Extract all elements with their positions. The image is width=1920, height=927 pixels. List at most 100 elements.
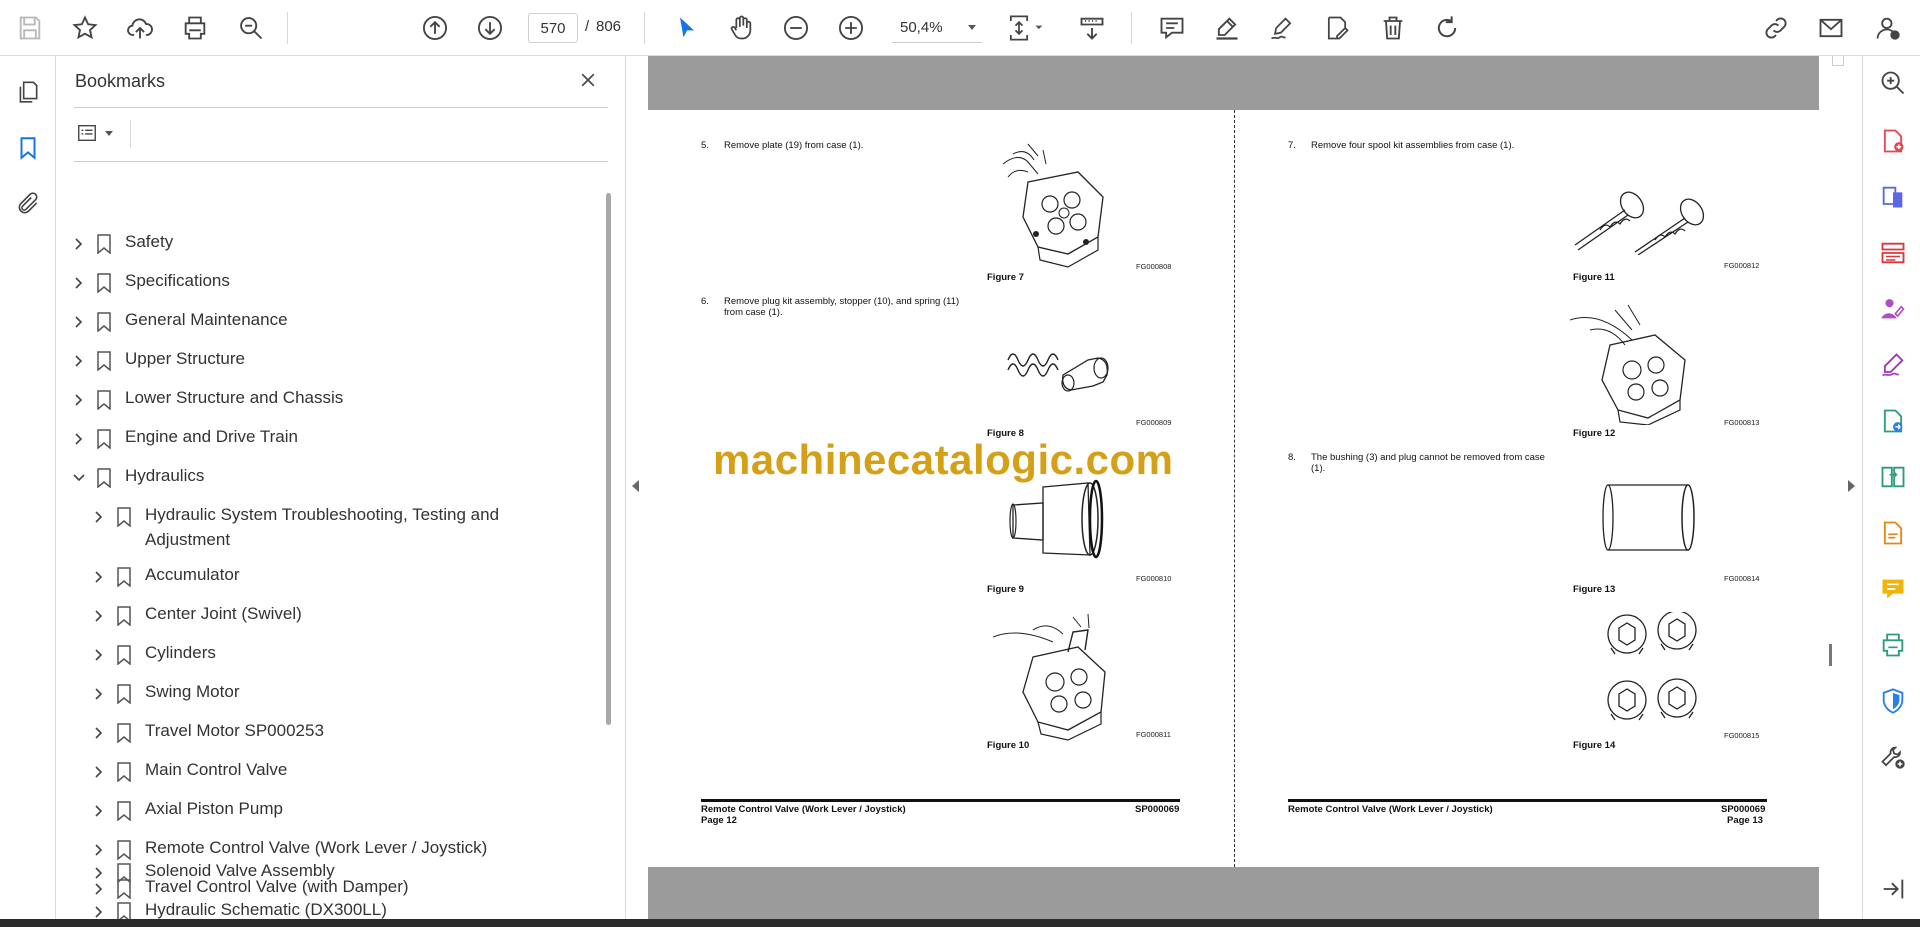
bookmarks-panel: Bookmarks Safety Specifications General … [56,56,626,919]
bookmark-label: Lower Structure and Chassis [125,388,344,407]
edit-pdf-icon[interactable] [1878,518,1908,548]
bookmark-item-lower-structure[interactable]: Lower Structure and Chassis [71,385,343,415]
step-text-line1: Remove plug kit assembly, stopper (10), … [724,296,960,307]
footer-code: SP000069 [1721,804,1766,815]
search-icon[interactable] [235,12,267,44]
bookmark-flag-icon [97,390,111,410]
email-icon[interactable] [1815,12,1847,44]
comment-icon[interactable] [1878,574,1908,604]
fit-page-icon[interactable] [1004,12,1048,44]
bookmark-item-general-maintenance[interactable]: General Maintenance [71,307,288,337]
sign-icon[interactable] [1266,12,1298,44]
bookmark-item-axial-piston-pump[interactable]: Axial Piston Pump [91,796,283,826]
edit-pdf-icon[interactable] [1321,12,1353,44]
bookmark-item-safety[interactable]: Safety [71,229,173,259]
bookmark-item-specifications[interactable]: Specifications [71,268,230,298]
bookmark-item-engine-drive-train[interactable]: Engine and Drive Train [71,424,298,454]
page-down-icon[interactable] [474,12,506,44]
close-panel-button[interactable] [576,68,600,92]
comment-icon[interactable] [1156,12,1188,44]
compare-icon[interactable] [1878,462,1908,492]
bookmark-item-hydraulic-schematic[interactable]: Hydraulic Schematic (DX300LL) [91,897,387,919]
bookmark-item-solenoid-valve[interactable]: Solenoid Valve Assembly [91,858,335,888]
page-number-input[interactable]: 570 [528,13,578,43]
print-icon[interactable] [179,12,211,44]
zoom-level-value: 50,4% [900,19,943,36]
figure-caption: Figure 10 [987,740,1030,751]
star-icon[interactable] [69,12,101,44]
bookmark-item-upper-structure[interactable]: Upper Structure [71,346,245,376]
collapse-pane-icon[interactable] [1878,874,1908,904]
zoom-search-icon[interactable] [1878,68,1908,98]
more-tools-icon[interactable] [1878,742,1908,772]
bookmarks-icon[interactable] [12,132,44,164]
bookmark-item-hydraulic-troubleshooting[interactable]: Hydraulic System Troubleshooting, Testin… [91,502,499,552]
figure-13-illustration [1602,484,1695,551]
zoom-level-dropdown[interactable]: 50,4% [892,13,982,43]
rotate-icon[interactable] [1431,12,1463,44]
request-signatures-icon[interactable] [1878,294,1908,324]
bookmark-options-button[interactable] [74,119,120,147]
organize-pages-icon[interactable] [1878,238,1908,268]
protect-icon[interactable] [1878,686,1908,716]
bookmark-flag-icon [97,234,111,254]
figure-caption: Figure 12 [1573,428,1616,439]
right-tools-rail [1862,56,1920,919]
collapse-left-panel-icon[interactable] [632,480,639,492]
chevron-right-icon [95,805,103,817]
chevron-right-icon [75,394,83,406]
watermark-text: machinecatalogic.com [713,436,1174,483]
chevron-right-icon [75,316,83,328]
print-production-icon[interactable] [1878,630,1908,660]
export-file-icon[interactable] [1878,406,1908,436]
bookmark-item-accumulator[interactable]: Accumulator [91,562,239,592]
chevron-down-icon [968,25,976,30]
bookmark-flag-icon [117,606,131,626]
scroll-mode-icon[interactable] [1076,12,1108,44]
zoom-in-icon[interactable] [835,12,867,44]
attachments-icon[interactable] [12,188,44,220]
delete-icon[interactable] [1377,12,1409,44]
page-total: 806 [596,18,622,35]
top-toolbar: 570 / 806 50,4% [0,0,1920,56]
bookmark-label-line2: Adjustment [145,530,231,549]
page-gap [648,56,1819,110]
step-text: Remove four spool kit assemblies from ca… [1311,140,1515,151]
export-pdf-icon[interactable] [1878,182,1908,212]
select-cursor-icon[interactable] [671,12,703,44]
bookmark-label: Travel Motor SP000253 [145,721,324,740]
step-text: Remove plate (19) from case (1). [724,140,864,151]
highlight-icon[interactable] [1211,12,1243,44]
bookmark-item-swing-motor[interactable]: Swing Motor [91,679,239,709]
bookmark-item-main-control-valve[interactable]: Main Control Valve [91,757,287,787]
save-icon[interactable] [14,12,46,44]
footer-title: Remote Control Valve (Work Lever / Joyst… [701,804,906,815]
panel-title: Bookmarks [75,71,166,91]
zoom-out-icon[interactable] [780,12,812,44]
account-icon[interactable] [1872,12,1904,44]
fill-sign-icon[interactable] [1878,350,1908,380]
chevron-down-icon [73,474,85,482]
bookmark-flag-icon [117,507,131,527]
bookmark-item-hydraulics[interactable]: Hydraulics [71,463,204,493]
chevron-down-icon [105,130,113,136]
chevron-right-icon [95,727,103,739]
chevron-right-icon [95,906,103,918]
chevron-right-icon [95,688,103,700]
page-up-icon[interactable] [419,12,451,44]
figure-7-illustration [1002,143,1104,268]
bookmark-label: Engine and Drive Train [125,427,298,446]
collapse-right-panel-icon[interactable] [1848,480,1855,492]
document-scrollbar-thumb[interactable] [1829,644,1832,666]
step-text-line2: (1). [1311,463,1326,474]
page-thumbnails-icon[interactable] [12,76,44,108]
hand-icon[interactable] [725,12,757,44]
upload-icon[interactable] [124,12,156,44]
share-link-icon[interactable] [1760,12,1792,44]
create-pdf-icon[interactable] [1878,126,1908,156]
bookmark-item-center-joint[interactable]: Center Joint (Swivel) [91,601,302,631]
bookmark-item-cylinders[interactable]: Cylinders [91,640,216,670]
bookmarks-scrollbar-thumb[interactable] [606,193,611,725]
bookmark-item-travel-motor[interactable]: Travel Motor SP000253 [91,718,324,748]
page-gap [648,867,1819,919]
